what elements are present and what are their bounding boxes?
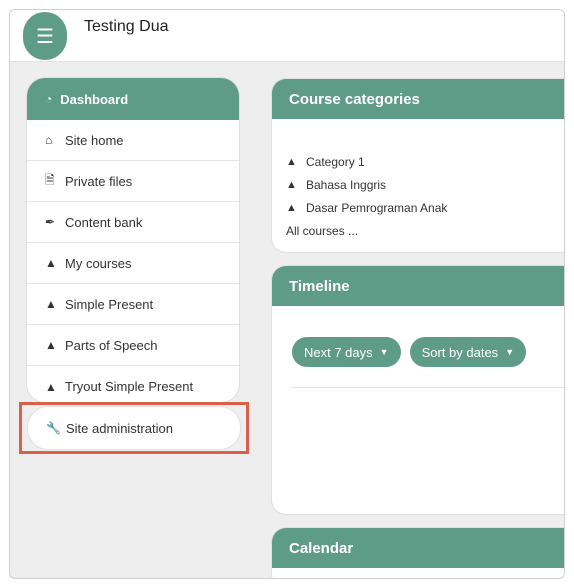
nav-item-tryout-simple-present[interactable]: ▲ Tryout Simple Present: [27, 366, 239, 402]
divider: [292, 387, 564, 388]
nav-item-my-courses[interactable]: ▲ My courses: [27, 243, 239, 284]
nav-item-content-bank[interactable]: ✒ Content bank: [27, 202, 239, 243]
nav-item-private-files[interactable]: 🗎 Private files: [27, 161, 239, 202]
category-list: ▲ Category 1 ▲ Bahasa Inggris ▲ Dasar Pe…: [272, 119, 564, 243]
app-frame: ☰ Testing Dua ◔ Dashboard ⌂ Site home 🗎 …: [9, 9, 565, 579]
category-link[interactable]: ▲ Category 1: [286, 150, 564, 173]
graduation-cap-icon: ▲: [286, 178, 297, 191]
calendar-block: Calendar: [272, 528, 564, 578]
range-filter-dropdown[interactable]: Next 7 days ▼: [292, 337, 401, 367]
chevron-down-icon: ▼: [505, 347, 515, 357]
site-title: Testing Dua: [84, 18, 169, 35]
range-filter-label: Next 7 days: [304, 344, 373, 360]
nav-item-site-home[interactable]: ⌂ Site home: [27, 120, 239, 161]
nav-dashboard[interactable]: ◔ Dashboard: [27, 78, 239, 120]
nav-item-label: Parts of Speech: [65, 337, 158, 353]
nav-item-label: Site home: [65, 132, 124, 148]
nav-item-site-administration[interactable]: 🔧 Site administration: [28, 407, 240, 449]
nav-item-parts-of-speech[interactable]: ▲ Parts of Speech: [27, 325, 239, 366]
chevron-down-icon: ▼: [379, 347, 389, 357]
nav-item-simple-present[interactable]: ▲ Simple Present: [27, 284, 239, 325]
nav-item-label: Tryout Simple Present: [65, 379, 194, 394]
all-courses-link[interactable]: All courses ...: [286, 219, 564, 243]
nav-item-label: Content bank: [65, 214, 143, 230]
category-link[interactable]: ▲ Bahasa Inggris: [286, 173, 564, 196]
navigation-drawer: ◔ Dashboard ⌂ Site home 🗎 Private files …: [27, 78, 239, 402]
category-label: Bahasa Inggris: [306, 177, 387, 192]
graduation-cap-icon: ▲: [286, 155, 297, 168]
graduation-cap-icon: ▲: [45, 379, 57, 394]
graduation-cap-icon: ▲: [45, 297, 57, 311]
category-link[interactable]: ▲ Dasar Pemrograman Anak: [286, 196, 564, 219]
category-label: Category 1: [306, 154, 365, 169]
timeline-filters: Next 7 days ▼ Sort by dates ▼: [292, 337, 527, 367]
file-icon: 🗎: [45, 172, 55, 187]
block-title: Calendar: [272, 528, 564, 568]
course-categories-block: Course categories ▲ Category 1 ▲ Bahasa …: [272, 79, 564, 252]
nav-dashboard-label: Dashboard: [60, 91, 129, 107]
graduation-cap-icon: ▲: [286, 201, 297, 214]
nav-item-label: My courses: [65, 255, 132, 271]
category-label: Dasar Pemrograman Anak: [306, 200, 448, 215]
nav-item-label: Private files: [65, 173, 133, 189]
sort-filter-dropdown[interactable]: Sort by dates ▼: [409, 337, 527, 367]
home-icon: ⌂: [45, 133, 53, 147]
nav-item-label: Simple Present: [65, 296, 154, 312]
graduation-cap-icon: ▲: [45, 256, 57, 270]
wrench-icon: 🔧: [46, 421, 61, 435]
brush-icon: ✒: [45, 215, 56, 229]
sort-filter-label: Sort by dates: [421, 344, 499, 360]
nav-item-label: Site administration: [66, 420, 173, 436]
timeline-block: Timeline Next 7 days ▼ Sort by dates ▼: [272, 266, 564, 514]
hamburger-menu-button[interactable]: ☰: [23, 12, 67, 60]
hamburger-icon: ☰: [36, 25, 54, 48]
block-title: Timeline: [272, 266, 564, 306]
tachometer-icon: ◔: [45, 92, 53, 106]
block-title: Course categories: [272, 79, 564, 119]
graduation-cap-icon: ▲: [45, 338, 57, 352]
top-navbar: ☰ Testing Dua: [10, 10, 564, 62]
